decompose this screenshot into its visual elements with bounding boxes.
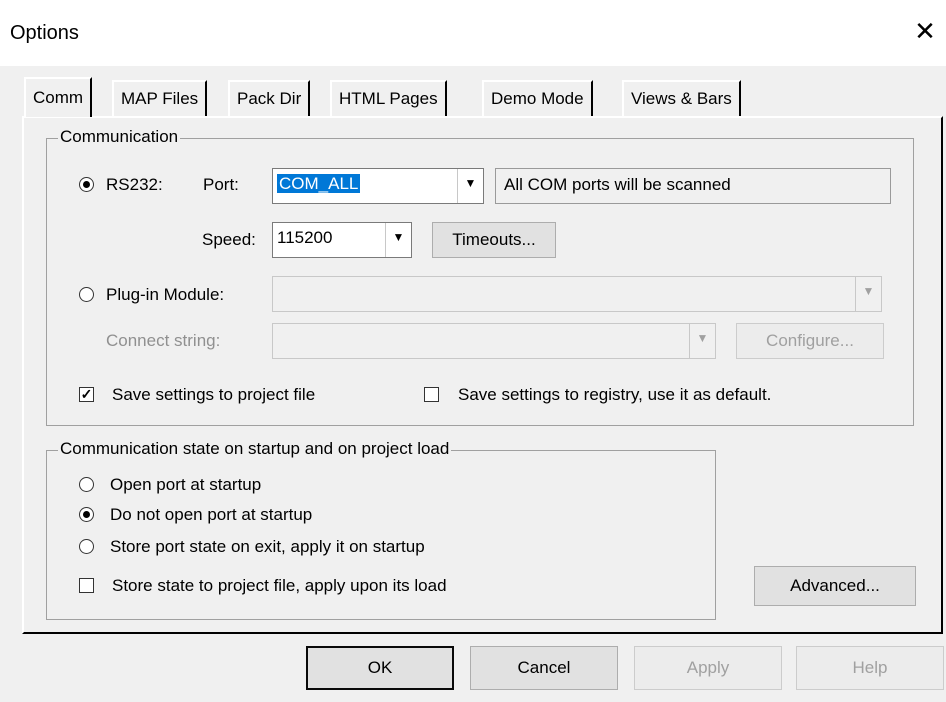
tab-comm[interactable]: Comm <box>24 77 93 117</box>
timeouts-button[interactable]: Timeouts... <box>432 222 556 258</box>
store-port-radio[interactable] <box>79 539 94 554</box>
tab-map-files[interactable]: MAP Files <box>112 80 208 116</box>
do-not-open-radio[interactable] <box>79 507 94 522</box>
tab-views-bars[interactable]: Views & Bars <box>622 80 741 116</box>
communication-group-label: Communication <box>58 127 181 147</box>
chevron-down-icon[interactable]: ▼ <box>457 169 483 203</box>
do-not-open-label: Do not open port at startup <box>110 505 313 524</box>
options-dialog: Options ✕ Comm MAP Files Pack Dir HTML P… <box>0 0 946 702</box>
speed-label: Speed: <box>202 230 256 249</box>
store-port-label: Store port state on exit, apply it on st… <box>110 537 425 556</box>
ok-button[interactable]: OK <box>306 646 454 690</box>
open-port-label: Open port at startup <box>110 475 262 494</box>
connect-string-label: Connect string: <box>106 331 221 350</box>
save-registry-checkbox[interactable] <box>424 387 439 402</box>
cancel-button[interactable]: Cancel <box>470 646 618 690</box>
tab-html-pages[interactable]: HTML Pages <box>330 80 447 116</box>
help-button[interactable]: Help <box>796 646 944 690</box>
window-title: Options <box>10 22 79 44</box>
save-project-label: Save settings to project file <box>112 385 316 404</box>
speed-combo[interactable]: 115200 ▼ <box>272 222 412 258</box>
chevron-down-icon[interactable]: ▼ <box>689 324 715 358</box>
tab-demo-mode[interactable]: Demo Mode <box>482 80 593 116</box>
close-icon[interactable]: ✕ <box>912 16 938 46</box>
port-label: Port: <box>203 175 239 194</box>
advanced-button[interactable]: Advanced... <box>754 566 916 606</box>
apply-button[interactable]: Apply <box>634 646 782 690</box>
plugin-radio[interactable] <box>79 287 94 302</box>
connect-string-combo[interactable]: ▼ <box>272 323 716 359</box>
tab-pack-dir[interactable]: Pack Dir <box>228 80 311 116</box>
rs232-label: RS232: <box>106 175 163 194</box>
port-value: COM_ALL <box>277 174 361 193</box>
title-bar: Options ✕ <box>0 0 946 66</box>
speed-value: 115200 <box>277 228 333 247</box>
chevron-down-icon[interactable]: ▼ <box>855 277 881 311</box>
chevron-down-icon[interactable]: ▼ <box>385 223 411 257</box>
port-info-field: All COM ports will be scanned <box>495 168 891 204</box>
startup-group-label: Communication state on startup and on pr… <box>58 439 452 459</box>
rs232-radio[interactable] <box>79 177 94 192</box>
configure-button[interactable]: Configure... <box>736 323 884 359</box>
open-port-radio[interactable] <box>79 477 94 492</box>
save-project-checkbox[interactable]: ✓ <box>79 387 94 402</box>
save-registry-label: Save settings to registry, use it as def… <box>458 385 772 404</box>
plugin-module-combo[interactable]: ▼ <box>272 276 882 312</box>
port-combo[interactable]: COM_ALL ▼ <box>272 168 484 204</box>
store-state-checkbox[interactable] <box>79 578 94 593</box>
plugin-label: Plug-in Module: <box>106 285 225 304</box>
store-state-label: Store state to project file, apply upon … <box>112 576 447 595</box>
